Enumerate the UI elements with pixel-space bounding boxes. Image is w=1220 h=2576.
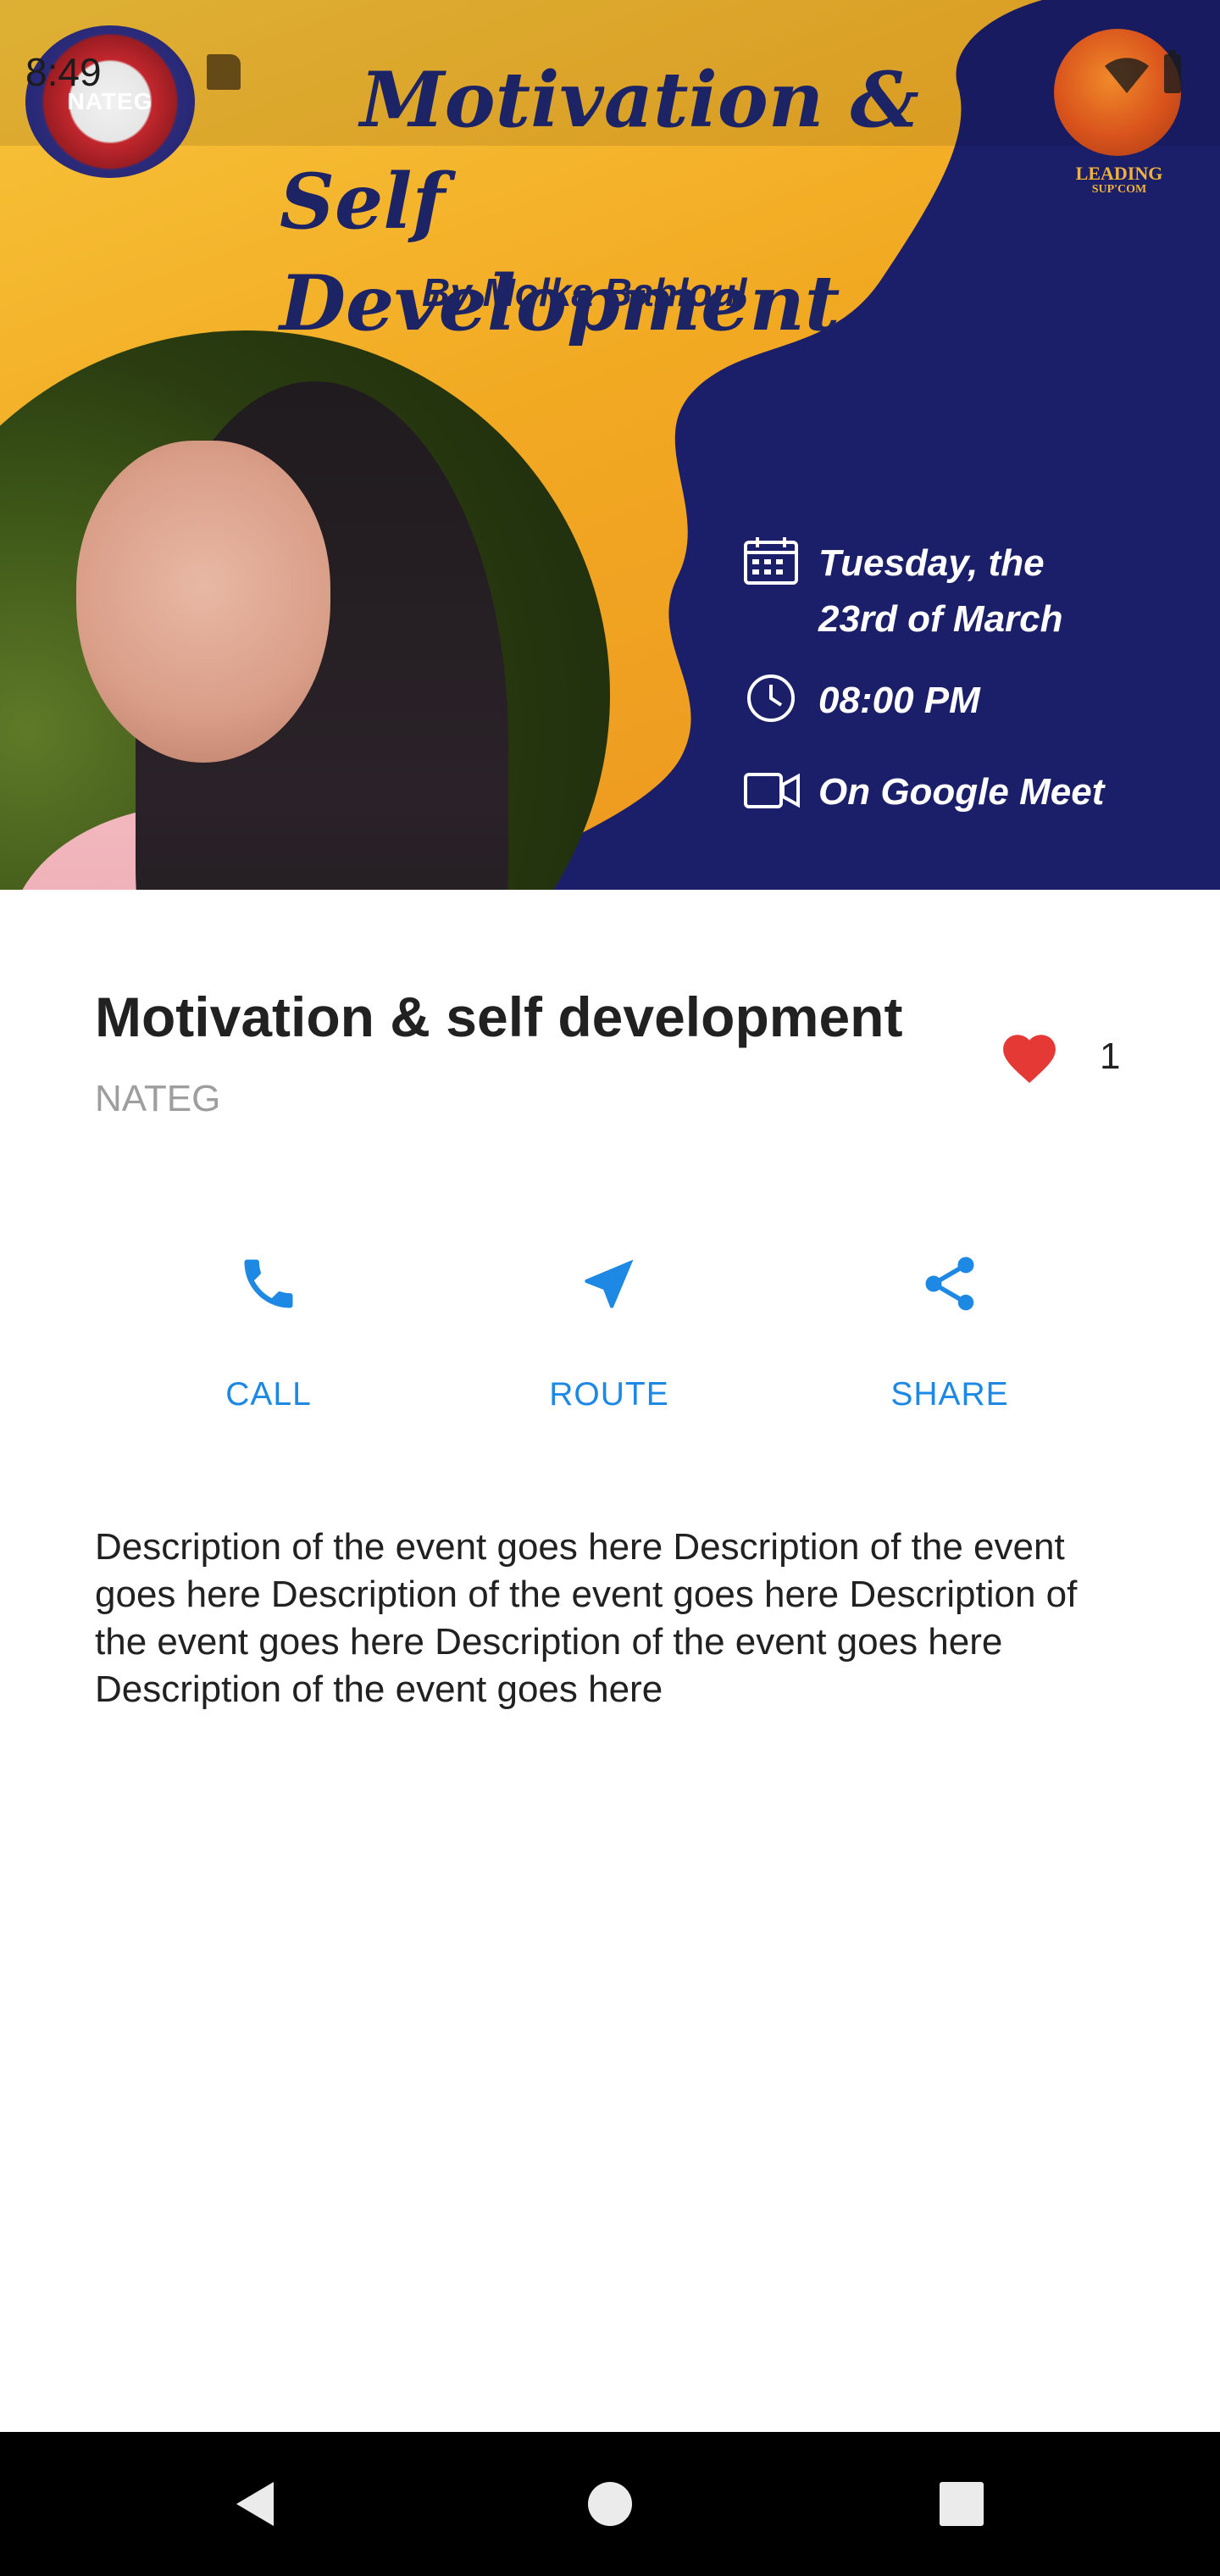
status-icons — [1105, 50, 1181, 93]
event-title: Motivation & self development — [95, 985, 903, 1048]
banner-time-row: 08:00 PM — [742, 673, 980, 729]
sd-card-icon — [207, 54, 241, 90]
video-camera-icon — [744, 773, 800, 808]
event-description: Description of the event goes here Descr… — [95, 1526, 1078, 1710]
heart-icon — [1003, 1035, 1056, 1083]
home-button[interactable] — [572, 2466, 648, 2542]
speaker-photo-face — [76, 441, 330, 763]
route-button-label: ROUTE — [549, 1376, 669, 1413]
route-button[interactable]: ROUTE — [482, 1246, 736, 1441]
back-icon — [236, 2482, 274, 2526]
recents-icon — [940, 2482, 984, 2526]
wifi-icon — [1105, 58, 1149, 93]
banner-byline: By Molka Bahloul — [422, 270, 747, 314]
event-organizer: NATEG — [95, 1078, 221, 1119]
banner-date-row: Tuesday, the 23rd of March — [742, 536, 1063, 647]
leading-logo-text: LEADING — [1075, 163, 1163, 184]
banner-date-line1: Tuesday, the — [818, 542, 1045, 584]
navigation-arrow-icon — [571, 1246, 647, 1322]
banner-platform-row: On Google Meet — [742, 764, 1104, 820]
home-icon — [588, 2482, 632, 2526]
event-banner-image: NATEG 8:49 LEADING SUP'COM Motivation & … — [0, 0, 1220, 890]
recents-button[interactable] — [923, 2466, 1000, 2542]
status-time: 8:49 — [25, 50, 102, 94]
banner-title-line1: Motivation & — [360, 55, 919, 145]
call-button[interactable]: CALL — [141, 1246, 396, 1441]
nateg-logo: NATEG — [25, 25, 195, 178]
back-button[interactable] — [217, 2466, 293, 2542]
banner-platform: On Google Meet — [818, 771, 1105, 813]
event-details-screen: NATEG 8:49 LEADING SUP'COM Motivation & … — [0, 0, 1220, 2576]
clock-icon — [747, 675, 795, 722]
system-navigation-bar — [0, 2432, 1220, 2576]
share-icon — [912, 1246, 988, 1322]
battery-icon — [1164, 50, 1181, 93]
like-count: 1 — [1100, 1035, 1121, 1077]
banner-time: 08:00 PM — [818, 680, 980, 721]
banner-title-line2: Self Development — [280, 157, 840, 348]
share-button[interactable]: SHARE — [823, 1246, 1077, 1441]
like-button[interactable] — [991, 1022, 1068, 1090]
call-button-label: CALL — [225, 1376, 312, 1413]
calendar-icon — [744, 537, 798, 585]
banner-date-line2: 23rd of March — [818, 598, 1063, 640]
phone-icon — [230, 1246, 307, 1322]
leading-logo-subtext: SUP'COM — [1091, 183, 1147, 196]
share-button-label: SHARE — [890, 1376, 1009, 1413]
